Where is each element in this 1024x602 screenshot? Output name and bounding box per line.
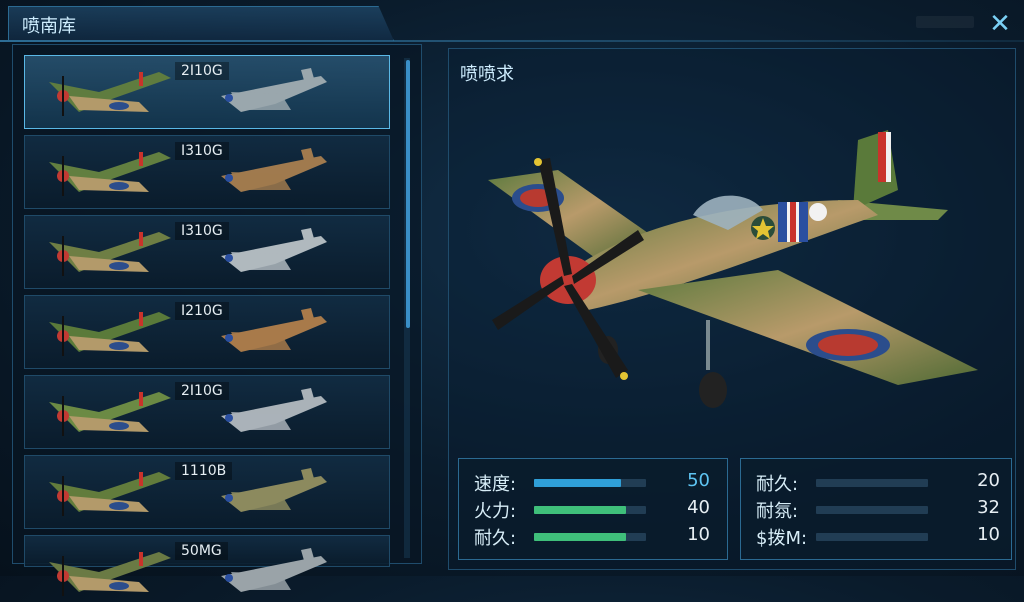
- stat-bar: [816, 506, 928, 514]
- plane-list-item[interactable]: 2I10G: [24, 55, 390, 129]
- plane-list-item[interactable]: I310G: [24, 135, 390, 209]
- stat-row: 耐氛: 32: [756, 497, 1006, 523]
- stat-bar: [816, 479, 928, 487]
- plane-thumbnail-icon: [49, 312, 171, 356]
- plane-name: 喷喷求: [460, 64, 514, 85]
- stat-value: 32: [977, 497, 1000, 518]
- plane-price: I310G: [175, 142, 229, 160]
- close-icon[interactable]: ✕: [986, 10, 1014, 38]
- plane-list-item[interactable]: I310G: [24, 215, 390, 289]
- plane-thumbnail-icon: [49, 72, 171, 116]
- stat-bar: [534, 479, 646, 487]
- stat-row: $拨M: 10: [756, 524, 1006, 550]
- plane-list-item[interactable]: I210G: [24, 295, 390, 369]
- plane-thumbnail-icon: [221, 388, 327, 432]
- stat-row: 耐久: 10: [474, 524, 724, 550]
- scrollbar-thumb[interactable]: [406, 60, 410, 328]
- header-divider: [0, 40, 1024, 42]
- plane-thumbnail-icon: [49, 392, 171, 436]
- plane-price: 1110B: [175, 462, 233, 480]
- plane-thumbnail-icon: [221, 228, 327, 272]
- stat-bar-fill: [534, 533, 626, 541]
- stat-bar: [816, 533, 928, 541]
- stat-bar-fill: [534, 479, 622, 487]
- plane-price: I310G: [175, 222, 229, 240]
- plane-thumbnail-icon: [221, 308, 327, 352]
- plane-thumbnail-icon: [49, 232, 171, 276]
- stat-bar: [534, 533, 646, 541]
- stat-value: 10: [687, 524, 710, 545]
- plane-price: 2I10G: [175, 62, 229, 80]
- plane-thumbnail-icon: [221, 68, 327, 112]
- stat-value: 40: [687, 497, 710, 518]
- stat-label: 耐久:: [756, 474, 799, 495]
- page-title: 喷南库: [22, 16, 76, 37]
- stat-row: 火力: 40: [474, 497, 724, 523]
- plane-thumbnail-icon: [49, 552, 171, 596]
- stat-label: 速度:: [474, 474, 517, 495]
- plane-price: 50MG: [175, 542, 228, 560]
- stat-bar-fill: [534, 506, 626, 514]
- plane-preview-image: [488, 130, 978, 408]
- stat-value: 50: [687, 470, 710, 491]
- plane-thumbnail-icon: [221, 148, 327, 192]
- stat-row: 耐久: 20: [756, 470, 1006, 496]
- stat-row: 速度: 50: [474, 470, 724, 496]
- plane-price: 2I10G: [175, 382, 229, 400]
- stat-label: $拨M:: [756, 528, 808, 549]
- plane-list-item[interactable]: 50MG: [24, 535, 390, 596]
- plane-list-item[interactable]: 1110B: [24, 455, 390, 529]
- plane-list-item[interactable]: 2I10G: [24, 375, 390, 449]
- stat-label: 火力:: [474, 501, 517, 522]
- plane-thumbnail-icon: [221, 548, 327, 592]
- stat-label: 耐氛:: [756, 501, 799, 522]
- plane-price: I210G: [175, 302, 229, 320]
- plane-thumbnail-icon: [49, 152, 171, 196]
- stat-value: 10: [977, 524, 1000, 545]
- stat-bar: [534, 506, 646, 514]
- plane-thumbnail-icon: [49, 472, 171, 516]
- decor-plate: [916, 16, 974, 28]
- stat-label: 耐久:: [474, 528, 517, 549]
- stat-value: 20: [977, 470, 1000, 491]
